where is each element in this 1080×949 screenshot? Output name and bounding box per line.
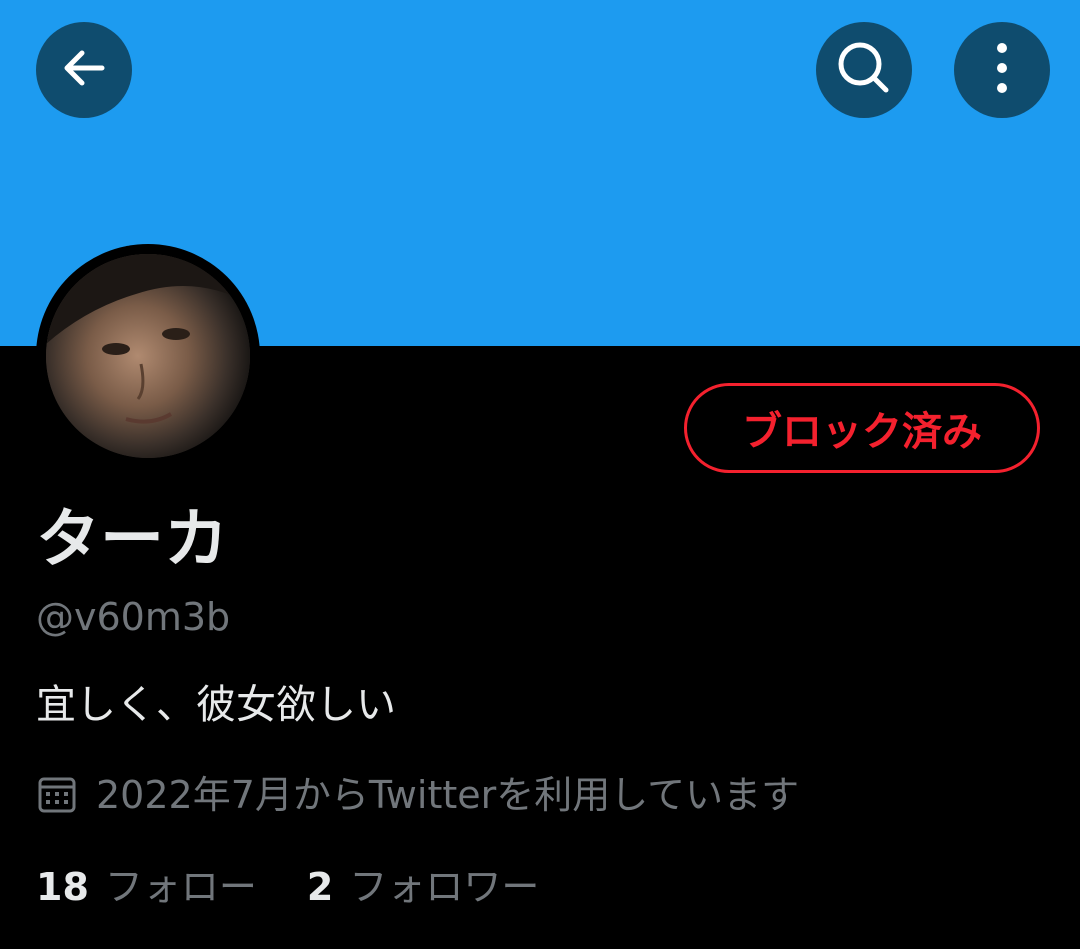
blocked-button[interactable]: ブロック済み xyxy=(684,383,1040,473)
calendar-icon xyxy=(36,774,78,816)
following-label: フォロー xyxy=(104,865,257,909)
followers-label: フォロワー xyxy=(349,865,540,909)
more-options-button[interactable] xyxy=(954,22,1050,118)
avatar-frame[interactable] xyxy=(36,244,260,468)
following-count: 18 xyxy=(36,865,89,909)
blocked-button-label: ブロック済み xyxy=(742,409,982,455)
arrow-left-icon xyxy=(58,42,110,98)
search-icon xyxy=(834,38,894,102)
followers-count: 2 xyxy=(306,865,334,909)
join-date-text: 2022年7月からTwitterを利用しています xyxy=(96,773,800,817)
join-date: 2022年7月からTwitterを利用しています xyxy=(36,768,799,822)
more-vertical-icon xyxy=(992,40,1012,100)
follow-stats: 18 フォロー 2 フォロワー xyxy=(36,860,589,914)
following-link[interactable]: 18 フォロー xyxy=(36,860,257,914)
username-handle: @v60m3b xyxy=(36,595,231,639)
avatar xyxy=(46,254,250,458)
profile-bio: 宜しく、彼女欲しい xyxy=(36,682,396,728)
search-button[interactable] xyxy=(816,22,912,118)
followers-link[interactable]: 2 フォロワー xyxy=(307,860,539,914)
display-name: ターカ xyxy=(36,503,228,577)
profile-page: ブロック済み ターカ @v60m3b 宜しく、彼女欲しい 2022年7月からTw… xyxy=(0,0,1080,949)
back-button[interactable] xyxy=(36,22,132,118)
